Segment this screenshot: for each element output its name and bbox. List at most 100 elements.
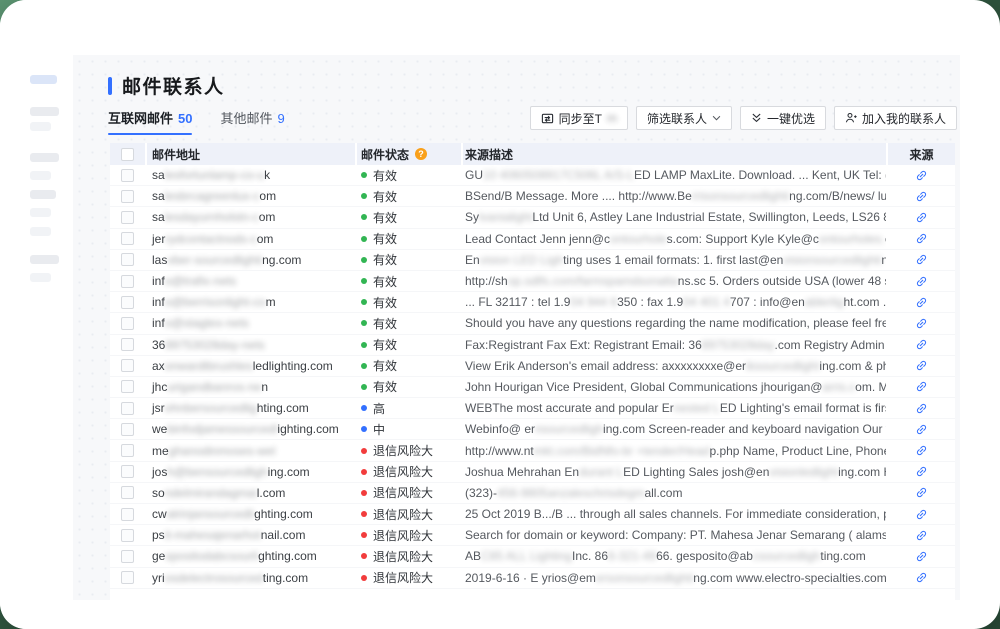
row-checkbox-cell <box>110 229 145 249</box>
source-description: GU10 4060508917C506L A/S-LED LAMP MaxLit… <box>463 165 886 185</box>
column-header-source: 来源 <box>888 143 955 165</box>
sidebar-item[interactable] <box>30 255 59 264</box>
email-status-cell: 有效 <box>357 250 461 270</box>
row-checkbox[interactable] <box>121 253 134 266</box>
table-row[interactable]: axonwardtbrushlesledlighting.com有效View E… <box>110 356 955 377</box>
link-icon[interactable] <box>888 377 955 397</box>
sidebar-item[interactable] <box>30 273 51 282</box>
table-row[interactable]: josh@bensourcedlighing.com退信风险大Joshua Me… <box>110 462 955 483</box>
link-icon[interactable] <box>888 335 955 355</box>
row-checkbox[interactable] <box>121 359 134 372</box>
sync-button[interactable]: 同步至Tm <box>530 106 628 130</box>
link-icon[interactable] <box>888 186 955 206</box>
link-icon[interactable] <box>888 292 955 312</box>
row-checkbox[interactable] <box>121 190 134 203</box>
table-row[interactable]: salesbrcagreenlux-com有效BSend/B Message. … <box>110 186 955 207</box>
table-row[interactable]: psit-mahesajenarhotnail.com退信风险大Search f… <box>110 525 955 546</box>
sidebar-item[interactable] <box>30 208 51 217</box>
table-row[interactable]: webinfodjamessourcedlighting.com中Webinfo… <box>110 419 955 440</box>
add-to-my-contacts-button[interactable]: 加入我的联系人 <box>834 106 957 130</box>
row-checkbox[interactable] <box>121 486 134 499</box>
help-icon[interactable]: ? <box>415 148 427 160</box>
row-checkbox-cell <box>110 419 145 439</box>
tab-other-mail[interactable]: 其他邮件 9 <box>220 108 284 135</box>
row-checkbox[interactable] <box>121 402 134 415</box>
table-row[interactable]: jsrohnbersourcedlighting.com高WEBThe most… <box>110 398 955 419</box>
sidebar-item[interactable] <box>30 153 59 162</box>
status-text: 退信风险大 <box>373 506 433 523</box>
sidebar-item[interactable] <box>30 107 59 116</box>
row-checkbox[interactable] <box>121 508 134 521</box>
link-icon[interactable] <box>888 250 955 270</box>
row-checkbox[interactable] <box>121 550 134 563</box>
email-address: salesfortunlamp-co-uk <box>147 165 355 185</box>
row-checkbox[interactable] <box>121 571 134 584</box>
sidebar-item[interactable] <box>30 227 51 236</box>
link-icon[interactable] <box>888 398 955 418</box>
row-checkbox[interactable] <box>121 444 134 457</box>
row-checkbox[interactable] <box>121 423 134 436</box>
link-icon[interactable] <box>888 313 955 333</box>
table-row[interactable]: info@berrisonlight-com有效... FL 32117 : t… <box>110 292 955 313</box>
link-icon[interactable] <box>888 356 955 376</box>
email-status-cell: 有效 <box>357 207 461 227</box>
column-header-email: 邮件地址 <box>147 143 355 165</box>
table-row[interactable]: info@stagtex-nets有效Should you have any q… <box>110 313 955 334</box>
filter-contacts-button[interactable]: 筛选联系人 <box>636 106 732 130</box>
link-icon[interactable] <box>888 525 955 545</box>
redacted-text: atrinjansourcedli <box>167 507 254 521</box>
sidebar-item[interactable] <box>30 171 51 180</box>
table-row[interactable]: salesfortunlamp-co-uk有效GU10 4060508917C5… <box>110 165 955 186</box>
row-checkbox[interactable] <box>121 380 134 393</box>
link-icon[interactable] <box>888 546 955 566</box>
row-checkbox[interactable] <box>121 338 134 351</box>
link-icon[interactable] <box>888 483 955 503</box>
tab-internet-mail[interactable]: 互联网邮件 50 <box>108 108 192 135</box>
link-icon[interactable] <box>888 419 955 439</box>
link-icon[interactable] <box>888 504 955 524</box>
source-description: View Erik Anderson's email address: axxx… <box>463 356 886 376</box>
link-icon[interactable] <box>888 229 955 249</box>
table-row[interactable]: salesdayurnholstn-com有效Sylvanialight Ltd… <box>110 207 955 228</box>
row-checkbox[interactable] <box>121 275 134 288</box>
link-icon[interactable] <box>888 440 955 460</box>
sidebar-item[interactable] <box>30 190 56 199</box>
link-icon[interactable] <box>888 271 955 291</box>
sidebar-item-active[interactable] <box>30 75 57 84</box>
table-row[interactable]: info@trafix-nets有效http://shop.sdlfs.com/… <box>110 271 955 292</box>
table-row[interactable]: cwatrinjansourcedlighting.com退信风险大25 Oct… <box>110 504 955 525</box>
row-checkbox[interactable] <box>121 169 134 182</box>
redacted-text: it-mahesajenarhot <box>165 528 261 542</box>
email-status-cell: 有效 <box>357 271 461 291</box>
redacted-text: osdelectrosourced <box>165 571 263 585</box>
sidebar-item[interactable] <box>30 122 51 131</box>
redacted-text: ablerlig <box>805 295 844 309</box>
row-checkbox[interactable] <box>121 296 134 309</box>
status-text: 退信风险大 <box>373 569 433 586</box>
row-checkbox[interactable] <box>121 529 134 542</box>
source-description: 2019-6-16 · E yrios@emersonsourcedlighti… <box>463 568 886 588</box>
select-all-checkbox[interactable] <box>121 148 134 161</box>
row-checkbox[interactable] <box>121 211 134 224</box>
table-row[interactable]: lasvber-sourcedlighting.com有效Envision LE… <box>110 250 955 271</box>
link-icon[interactable] <box>888 207 955 227</box>
table-row[interactable]: meghanodinmoses-wel退信风险大http://www.ntmkt… <box>110 440 955 461</box>
redacted-text: rydcontactnods-c <box>165 232 256 246</box>
link-icon[interactable] <box>888 462 955 482</box>
row-checkbox[interactable] <box>121 317 134 330</box>
table-row[interactable]: sondelmirandagmail.com退信风险大(323)-456-980… <box>110 483 955 504</box>
status-text: 退信风险大 <box>373 484 433 501</box>
link-icon[interactable] <box>888 165 955 185</box>
row-checkbox[interactable] <box>121 232 134 245</box>
table-row[interactable]: yriosdelectrosourcedting.com退信风险大2019-6-… <box>110 568 955 589</box>
one-click-optimize-button[interactable]: 一键优选 <box>740 106 826 130</box>
source-description: John Hourigan Vice President, Global Com… <box>463 377 886 397</box>
row-checkbox[interactable] <box>121 465 134 478</box>
table-row[interactable]: jerrydcontactnods-com有效Lead Contact Jenn… <box>110 229 955 250</box>
table-row[interactable]: gespositodabcsourlighting.com退信风险大ABC85 … <box>110 546 955 567</box>
table-row[interactable]: 3689753028day-nets有效Fax:Registrant Fax E… <box>110 335 955 356</box>
table-row[interactable]: jhcurigandbanros-nen有效John Hourigan Vice… <box>110 377 955 398</box>
row-checkbox-cell <box>110 313 145 333</box>
link-icon[interactable] <box>888 568 955 588</box>
redacted-text: 89753028day-nets <box>165 338 264 352</box>
